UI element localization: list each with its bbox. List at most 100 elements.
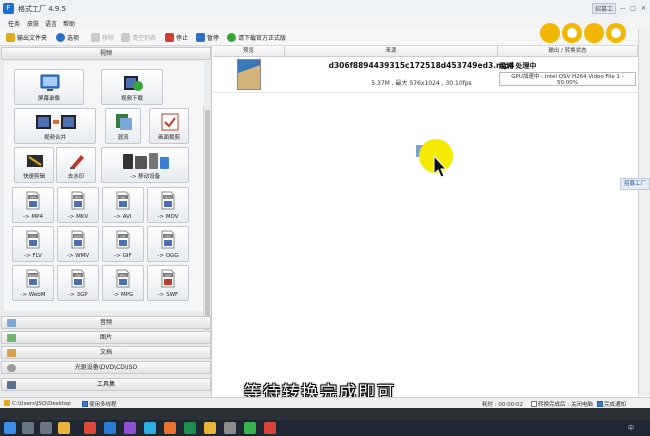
tile-mux[interactable]: 混流 — [105, 108, 141, 144]
recruit-factory-tab[interactable]: 招募工厂 — [620, 178, 650, 190]
video-thumbnail — [237, 59, 261, 90]
tile-mov[interactable]: MOV -> MOV — [147, 187, 189, 223]
mp4-file-icon: MP4 — [26, 191, 40, 210]
remove-button[interactable]: 移除 — [91, 32, 114, 43]
tile-video-merge[interactable]: 视频合并 — [14, 108, 96, 144]
stop-button[interactable]: 停止 — [165, 32, 188, 43]
stop-icon — [165, 33, 174, 42]
tile-label: -> WebM — [20, 292, 46, 298]
tile-3gp[interactable]: 3GP -> 3GP — [57, 265, 99, 301]
format-badge: 3GP — [75, 273, 81, 277]
tile-avi[interactable]: AVI -> AVI — [102, 187, 144, 223]
tile-video-download[interactable]: 视频下载 — [101, 69, 163, 105]
options-button[interactable]: 选项 — [56, 32, 79, 43]
tile-mp4[interactable]: MP4 -> MP4 — [12, 187, 54, 223]
tile-quick-clip[interactable]: 快速剪辑 — [14, 147, 54, 183]
tile-flv[interactable]: FLV -> FLV — [12, 226, 54, 262]
chat-icon[interactable] — [244, 422, 256, 434]
format-badge: WebM — [28, 273, 38, 277]
category-video-header[interactable]: 视频 — [1, 47, 211, 60]
excel-icon[interactable] — [184, 422, 196, 434]
tile-label: -> 3GP — [68, 292, 88, 298]
tile-screen-record[interactable]: 屏幕录像 — [14, 69, 84, 105]
options-icon — [56, 33, 65, 42]
menu-task[interactable]: 任务 — [8, 19, 20, 28]
webm-file-icon: WebM — [26, 269, 40, 288]
chrome-icon[interactable] — [84, 422, 96, 434]
output-path[interactable]: C:\Users\JSQ\Desktop — [4, 400, 71, 407]
tile-label: -> OGG — [157, 253, 179, 259]
tile-mobile-device[interactable]: -> 移动设备 — [101, 147, 189, 183]
tile-ogg[interactable]: OGG -> OGG — [147, 226, 189, 262]
column-preview[interactable]: 预览 — [213, 46, 285, 57]
menu-language[interactable]: 语言 — [45, 19, 57, 28]
menu-skin[interactable]: 皮肤 — [27, 19, 39, 28]
folder-icon[interactable] — [204, 422, 216, 434]
tile-label: -> MKV — [67, 214, 89, 220]
task-list: 预览 来源 输出 / 转换状态 d306f8894439315c172518d4… — [213, 46, 638, 396]
maximize-button[interactable]: □ — [628, 3, 638, 14]
crop-icon — [161, 113, 179, 131]
browser-icon[interactable] — [144, 422, 156, 434]
task-list-scrollbar[interactable] — [638, 29, 650, 396]
quick-clip-icon — [27, 155, 43, 167]
tile-crop[interactable]: 画面裁剪 — [149, 108, 189, 144]
format-factory-icon[interactable] — [264, 422, 276, 434]
mux-icon — [116, 114, 132, 130]
multithread-checkbox[interactable]: 使用多线程 — [82, 400, 117, 408]
tile-wmv[interactable]: WMV -> WMV — [57, 226, 99, 262]
camera-icon[interactable] — [224, 422, 236, 434]
desktop-strip — [0, 408, 650, 420]
tile-label: -> MPG — [112, 292, 134, 298]
task-row[interactable]: d306f8894439315c172518d453749ed3.mp4 5.3… — [213, 57, 638, 93]
elapsed-time: 耗时 : 00:00:02 — [482, 402, 524, 408]
premiere-icon[interactable] — [124, 422, 136, 434]
category-picture[interactable]: 图片 — [1, 331, 211, 344]
recruit-factory-button[interactable]: 招募工厂 — [592, 3, 616, 24]
ime-indicator[interactable]: 中 — [628, 423, 634, 432]
clear-list-icon — [121, 33, 130, 42]
column-source[interactable]: 来源 — [285, 46, 498, 57]
format-badge: OGG — [164, 234, 172, 238]
screen-record-icon — [40, 74, 60, 91]
category-audio[interactable]: 音频 — [1, 316, 211, 329]
video-merge-icon — [36, 115, 76, 129]
close-button[interactable]: ✕ — [638, 3, 649, 14]
tile-remove-watermark[interactable]: 去水印 — [56, 147, 96, 183]
clear-list-button[interactable]: 清空列表 — [121, 32, 156, 43]
media-player-icon[interactable] — [164, 422, 176, 434]
format-badge: MPG — [120, 273, 127, 277]
menu-help[interactable]: 帮助 — [63, 19, 75, 28]
mpg-file-icon: MPG — [116, 269, 130, 288]
start-icon[interactable] — [4, 422, 16, 434]
search-icon[interactable] — [22, 422, 34, 434]
tile-gif[interactable]: GIF -> GIF — [102, 226, 144, 262]
tile-swf[interactable]: SWF -> SWF — [147, 265, 189, 301]
folder-icon — [4, 400, 10, 406]
download-official-button[interactable]: 请下载官方正式版 — [227, 32, 286, 43]
file-explorer-icon[interactable] — [58, 422, 70, 434]
tile-label: -> AVI — [114, 214, 132, 220]
output-folder-button[interactable]: 输出文件夹 — [6, 32, 47, 43]
mobile-device-icon — [123, 153, 169, 169]
category-document[interactable]: 文档 — [1, 346, 211, 359]
tile-mpg[interactable]: MPG -> MPG — [102, 265, 144, 301]
pause-button[interactable]: 暂停 — [196, 32, 219, 43]
task-view-icon[interactable] — [40, 422, 52, 434]
tile-webm[interactable]: WebM -> WebM — [12, 265, 54, 301]
3gp-file-icon: 3GP — [71, 269, 85, 288]
download-icon — [227, 33, 236, 42]
mov-file-icon: MOV — [161, 191, 175, 210]
tile-label: -> WMV — [66, 253, 90, 259]
tile-mkv[interactable]: MKV -> MKV — [57, 187, 99, 223]
category-disc[interactable]: 光驱设备\DVD\CD\ISO — [1, 361, 211, 374]
photoshop-icon[interactable] — [104, 422, 116, 434]
tile-label: -> GIF — [114, 253, 132, 259]
category-toolbox[interactable]: 工具集 — [1, 378, 211, 391]
checkbox-checked-icon — [597, 401, 603, 407]
after-done-checkbox[interactable]: 转换完成后 : 关闭电脑 — [531, 400, 593, 408]
minimize-button[interactable]: — — [618, 3, 628, 14]
app-logo-icon: F — [3, 3, 14, 14]
notify-checkbox[interactable]: 完成通知 — [597, 400, 626, 408]
function-scrollbar-thumb[interactable] — [205, 110, 210, 330]
